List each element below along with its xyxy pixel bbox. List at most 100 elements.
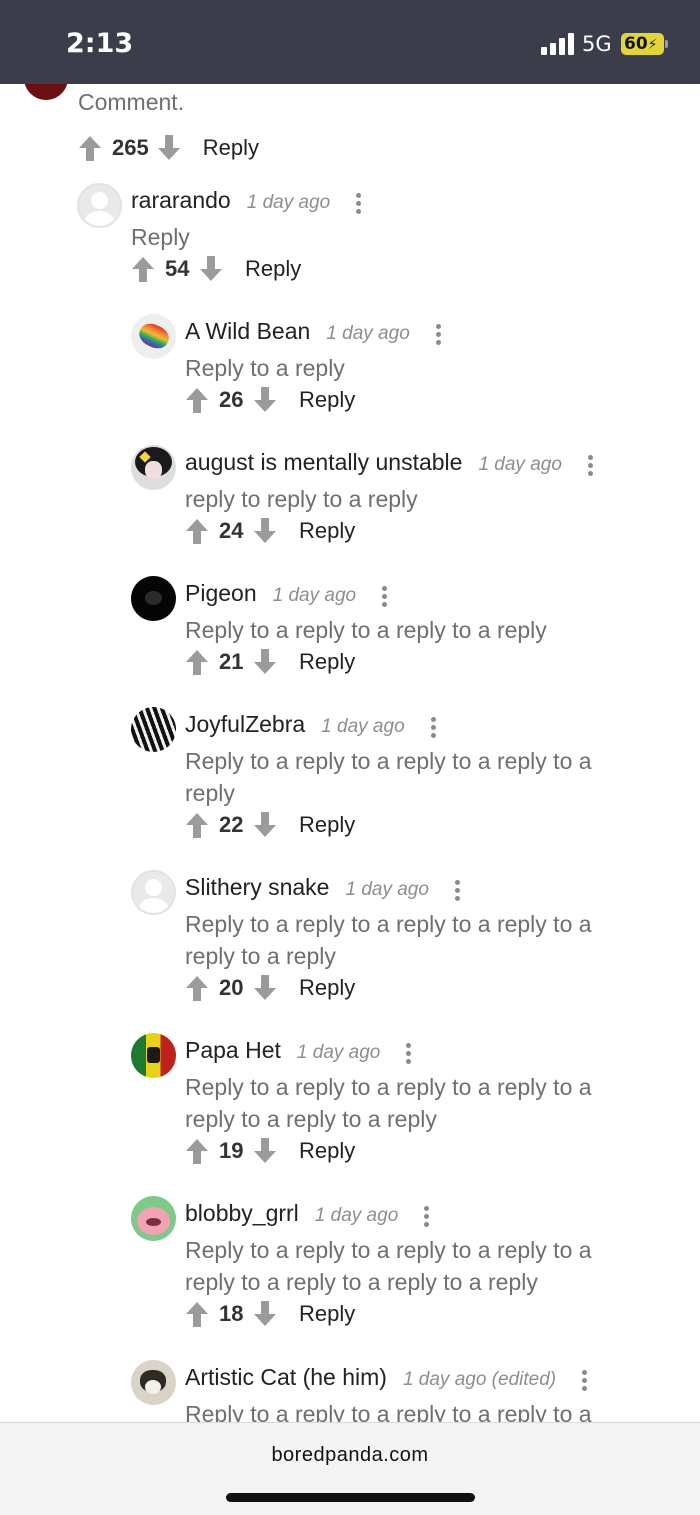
default-avatar[interactable]: [131, 870, 176, 915]
upvote-arrow-icon[interactable]: [185, 1300, 209, 1328]
more-options-icon[interactable]: [454, 879, 461, 902]
comment-body: Reply to a reply to a reply to a reply t…: [185, 1237, 592, 1295]
avatar[interactable]: [24, 84, 68, 100]
more-options-icon[interactable]: [406, 1042, 412, 1065]
comment-time: 1 day ago: [326, 323, 410, 344]
downvote-arrow-icon[interactable]: [199, 255, 223, 283]
comment-header: Pigeon 1 day ago: [185, 580, 388, 608]
upvote-arrow-icon[interactable]: [185, 517, 209, 545]
reply-button[interactable]: Reply: [299, 518, 355, 544]
downvote-arrow-icon[interactable]: [253, 1137, 277, 1165]
vote-row: 18 Reply: [185, 1300, 355, 1330]
comment-body: Reply to a reply to a reply to a reply t…: [185, 911, 592, 969]
reply-button[interactable]: Reply: [299, 975, 355, 1001]
upvote-arrow-icon[interactable]: [185, 974, 209, 1002]
comment-time: 1 day ago: [314, 1205, 399, 1226]
downvote-arrow-icon[interactable]: [253, 1300, 277, 1328]
downvote-arrow-icon[interactable]: [253, 811, 277, 839]
reply-button[interactable]: Reply: [299, 1138, 355, 1164]
downvote-arrow-icon[interactable]: [253, 517, 277, 545]
home-indicator[interactable]: [226, 1493, 475, 1502]
status-time: 2:13: [66, 28, 134, 59]
downvote-arrow-icon[interactable]: [253, 974, 277, 1002]
default-avatar[interactable]: [77, 183, 122, 228]
vote-count: 24: [219, 518, 244, 543]
vote-count: 26: [219, 387, 244, 412]
more-options-icon[interactable]: [424, 1205, 430, 1228]
reply-button[interactable]: Reply: [299, 812, 355, 838]
battery-cap: [665, 40, 668, 48]
comment-time: 1 day ago: [272, 585, 357, 606]
comment-header: JoyfulZebra 1 day ago: [185, 711, 437, 739]
dark-pigeon-avatar[interactable]: [131, 576, 176, 621]
comment-body: Comment.: [78, 89, 185, 115]
signal-icon: [541, 33, 575, 55]
vote-row: 54 Reply: [131, 255, 301, 285]
comment-body: Reply: [131, 224, 190, 250]
vote-count: 54: [165, 256, 190, 281]
pink-blob-avatar[interactable]: [131, 1196, 176, 1241]
reply-button[interactable]: Reply: [245, 256, 301, 282]
downvote-arrow-icon[interactable]: [157, 134, 181, 162]
upvote-arrow-icon[interactable]: [185, 386, 209, 414]
vote-row: 20 Reply: [185, 974, 355, 1004]
comment-header: blobby_grrl 1 day ago: [185, 1200, 430, 1228]
comment-author[interactable]: blobby_grrl: [185, 1200, 299, 1226]
vote-count: 22: [219, 812, 244, 837]
status-bar: 2:13 5G 60⚡: [0, 0, 700, 84]
more-options-icon[interactable]: [382, 585, 388, 608]
comment-time: 1 day ago: [296, 1042, 381, 1063]
comment-feed[interactable]: Comment. 265 Reply rararando 1 day ago Rep…: [0, 84, 700, 1422]
comment-author[interactable]: Pigeon: [185, 580, 257, 606]
reply-button[interactable]: Reply: [203, 135, 259, 161]
comment-body: Reply to a reply to a reply to a reply t…: [185, 1401, 592, 1422]
rainbow-bean-avatar[interactable]: [131, 314, 176, 359]
more-options-icon[interactable]: [356, 192, 362, 215]
battery-icon: 60⚡: [621, 33, 664, 55]
upvote-arrow-icon[interactable]: [78, 134, 102, 162]
comment-author[interactable]: Slithery snake: [185, 874, 329, 900]
comment-header: A Wild Bean 1 day ago: [185, 318, 442, 346]
more-options-icon[interactable]: [587, 454, 594, 477]
reply-button[interactable]: Reply: [299, 387, 355, 413]
url-label[interactable]: boredpanda.com: [0, 1444, 700, 1467]
downvote-arrow-icon[interactable]: [253, 648, 277, 676]
more-options-icon[interactable]: [430, 716, 437, 739]
comment-body: Reply to a reply to a reply to a reply t…: [185, 1074, 592, 1132]
battery-level: 60: [624, 34, 648, 54]
comment-header: Artistic Cat (he him) 1 day ago (edited): [185, 1364, 588, 1392]
flag-avatar[interactable]: [131, 1033, 176, 1078]
comment-time: 1 day ago: [321, 716, 405, 737]
upvote-arrow-icon[interactable]: [185, 1137, 209, 1165]
comment-author[interactable]: Artistic Cat (he him): [185, 1364, 387, 1390]
more-options-icon[interactable]: [582, 1369, 588, 1392]
downvote-arrow-icon[interactable]: [253, 386, 277, 414]
comment-author[interactable]: august is mentally unstable: [185, 449, 462, 475]
comment-header: Slithery snake 1 day ago: [185, 874, 461, 902]
comment-time: 1 day ago (edited): [402, 1369, 557, 1390]
upvote-arrow-icon[interactable]: [185, 648, 209, 676]
upvote-arrow-icon[interactable]: [131, 255, 155, 283]
cat-avatar[interactable]: [131, 1360, 176, 1405]
zebra-avatar[interactable]: [131, 707, 176, 752]
more-options-icon[interactable]: [435, 323, 442, 346]
upvote-arrow-icon[interactable]: [185, 811, 209, 839]
browser-bottom-bar: boredpanda.com: [0, 1422, 700, 1515]
comment-time: 1 day ago: [478, 454, 562, 475]
vote-count: 20: [219, 975, 244, 1000]
comment-author[interactable]: Papa Het: [185, 1037, 281, 1063]
vote-row: 265 Reply: [78, 134, 259, 164]
vote-count: 265: [112, 135, 149, 160]
vote-row: 26 Reply: [185, 386, 355, 416]
comment-author[interactable]: A Wild Bean: [185, 318, 310, 344]
vote-row: 21 Reply: [185, 648, 355, 678]
anime-girl-avatar[interactable]: [131, 445, 176, 490]
vote-row: 24 Reply: [185, 517, 355, 547]
network-label: 5G: [582, 32, 612, 56]
comment-author[interactable]: rararando: [131, 187, 231, 213]
reply-button[interactable]: Reply: [299, 1301, 355, 1327]
reply-button[interactable]: Reply: [299, 649, 355, 675]
vote-row: 22 Reply: [185, 811, 355, 841]
comment-time: 1 day ago: [345, 879, 429, 900]
comment-author[interactable]: JoyfulZebra: [185, 711, 305, 737]
